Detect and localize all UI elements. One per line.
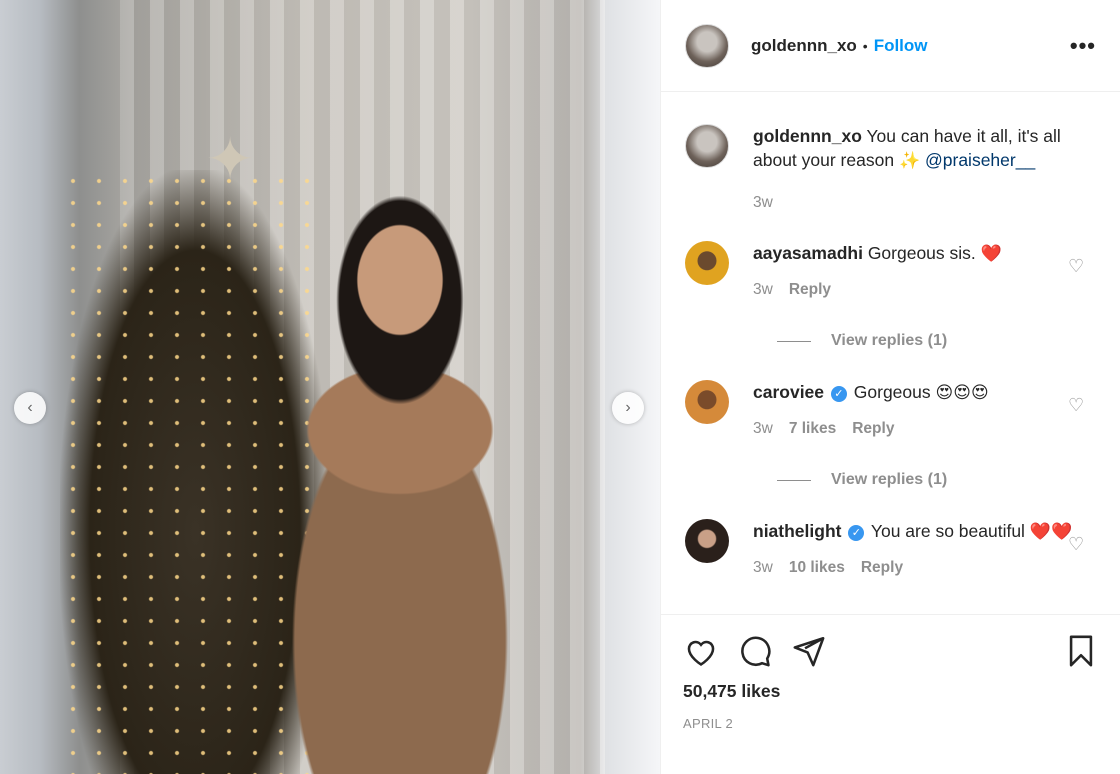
like-comment-heart-icon[interactable]: ♡ [1068,396,1086,414]
separator-dot: • [862,37,868,54]
comment-item: aayasamadhi Gorgeous sis. ❤️ 3w Reply ♡ [685,241,1096,302]
comments-list[interactable]: goldennn_xo You can have it all, it's al… [661,92,1120,614]
view-replies-button[interactable]: View replies (1) [777,471,1096,489]
author-username[interactable]: goldennn_xo [751,36,857,56]
likes-count[interactable]: 50,475 likes [683,681,1099,702]
caption-username[interactable]: goldennn_xo [753,126,862,146]
commenter-avatar[interactable] [685,519,729,563]
comment-item: niathelight ✓ You are so beautiful ❤️❤️ … [685,519,1096,580]
replies-divider [777,479,811,481]
author-avatar[interactable] [685,23,729,68]
post-side-panel: goldennn_xo • Follow ••• goldennn_xo You… [660,0,1120,774]
follow-button[interactable]: Follow [874,36,928,56]
photo-subject [250,160,570,774]
view-replies-button[interactable]: View replies (1) [777,332,1096,350]
post-date[interactable]: APRIL 2 [683,716,1099,731]
prev-photo-button[interactable]: ‹ [14,392,46,424]
comment-text: Gorgeous [853,382,931,402]
verified-badge-icon: ✓ [830,386,847,402]
comment-text: Gorgeous sis. [867,243,976,263]
window-frame [605,0,660,774]
post-view: ✦ ‹ › goldennn_xo • Follow ••• goldennn_… [0,0,1120,774]
comment-icon[interactable] [737,633,773,669]
post-actions: 50,475 likes APRIL 2 [661,614,1120,774]
replies-divider [777,340,811,342]
next-photo-button[interactable]: › [612,392,644,424]
like-comment-heart-icon[interactable]: ♡ [1068,535,1086,553]
reply-button[interactable]: Reply [852,417,894,441]
verified-badge-icon: ✓ [848,525,865,541]
sparkle-emoji: ✨ [898,151,921,170]
reply-button[interactable]: Reply [789,278,831,302]
more-options-icon[interactable]: ••• [1070,33,1096,59]
post-header: goldennn_xo • Follow ••• [661,0,1120,92]
caption: goldennn_xo You can have it all, it's al… [685,124,1096,215]
caption-avatar[interactable] [685,124,729,168]
tree-star-icon: ✦ [205,127,255,192]
commenter-avatar[interactable] [685,380,729,424]
comment-text: You are so beautiful [870,521,1025,541]
reply-button[interactable]: Reply [861,556,903,580]
heart-emoji: ❤️ [980,244,1002,263]
comment-likes[interactable]: 10 likes [789,556,845,580]
hearts-emoji: ❤️❤️ [1029,522,1073,541]
share-icon[interactable] [791,633,827,669]
caption-mention-link[interactable]: @praiseher__ [925,150,1035,170]
comment-username[interactable]: aayasamadhi [753,243,863,263]
post-photo[interactable]: ✦ ‹ › [0,0,660,774]
comment-username[interactable]: caroviee [753,382,824,402]
bookmark-icon[interactable] [1063,633,1099,669]
action-bar [683,631,1099,671]
comment-username[interactable]: niathelight [753,521,841,541]
comment-item: caroviee ✓ Gorgeous 😍😍😍 3w 7 likes Reply… [685,380,1096,441]
like-comment-heart-icon[interactable]: ♡ [1068,257,1086,275]
comment-time: 3w [753,420,773,437]
commenter-avatar[interactable] [685,241,729,285]
view-replies-label: View replies (1) [831,332,948,349]
heart-icon[interactable] [683,633,719,669]
heart-eyes-emoji: 😍😍😍 [935,383,989,402]
view-replies-label: View replies (1) [831,471,948,488]
comment-time: 3w [753,281,773,298]
comment-time: 3w [753,559,773,576]
comment-likes[interactable]: 7 likes [789,417,836,441]
caption-time: 3w [753,194,773,211]
